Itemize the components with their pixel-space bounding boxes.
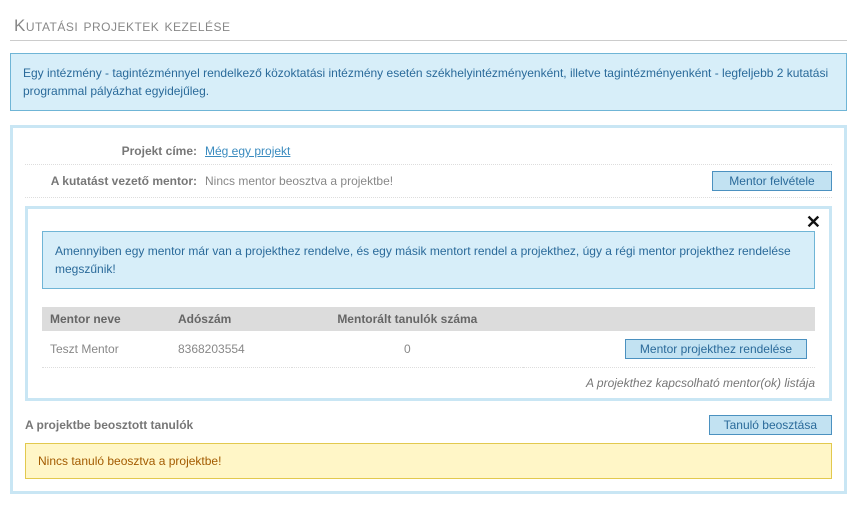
col-students: Mentorált tanulók száma (292, 307, 522, 331)
mentor-label: A kutatást vezető mentor: (25, 174, 205, 188)
cell-tax: 8368203554 (170, 331, 292, 368)
assign-mentor-button[interactable]: Mentor projekthez rendelése (625, 339, 807, 359)
top-info-box: Egy intézmény - tagintézménnyel rendelke… (10, 53, 847, 111)
mentor-row: A kutatást vezető mentor: Nincs mentor b… (25, 165, 832, 198)
project-title-value: Még egy projekt (205, 144, 832, 158)
add-student-button[interactable]: Tanuló beosztása (709, 415, 832, 435)
mentor-value: Nincs mentor beosztva a projektbe! (205, 174, 712, 188)
table-row: Teszt Mentor 8368203554 0 Mentor projekt… (42, 331, 815, 368)
cell-action: Mentor projekthez rendelése (523, 331, 815, 368)
project-panel: Projekt címe: Még egy projekt A kutatást… (10, 125, 847, 494)
students-label: A projektbe beosztott tanulók (25, 418, 709, 432)
cell-mentor-name: Teszt Mentor (42, 331, 170, 368)
col-tax: Adószám (170, 307, 292, 331)
close-icon[interactable]: ✕ (806, 213, 821, 231)
page-title: Kutatási projektek kezelése (10, 10, 847, 41)
col-action (523, 307, 815, 331)
students-warn-box: Nincs tanuló beosztva a projektbe! (25, 443, 832, 479)
mentor-table: Mentor neve Adószám Mentorált tanulók sz… (42, 307, 815, 368)
mentor-warning-box: Amennyiben egy mentor már van a projekth… (42, 231, 815, 289)
project-title-row: Projekt címe: Még egy projekt (25, 138, 832, 165)
project-title-label: Projekt címe: (25, 144, 205, 158)
mentor-footnote: A projekthez kapcsolható mentor(ok) list… (42, 376, 815, 390)
students-section-row: A projektbe beosztott tanulók Tanuló beo… (25, 411, 832, 443)
mentor-assign-panel: ✕ Amennyiben egy mentor már van a projek… (25, 206, 832, 401)
cell-students: 0 (292, 331, 522, 368)
add-mentor-button[interactable]: Mentor felvétele (712, 171, 832, 191)
col-mentor-name: Mentor neve (42, 307, 170, 331)
project-title-link[interactable]: Még egy projekt (205, 144, 290, 158)
